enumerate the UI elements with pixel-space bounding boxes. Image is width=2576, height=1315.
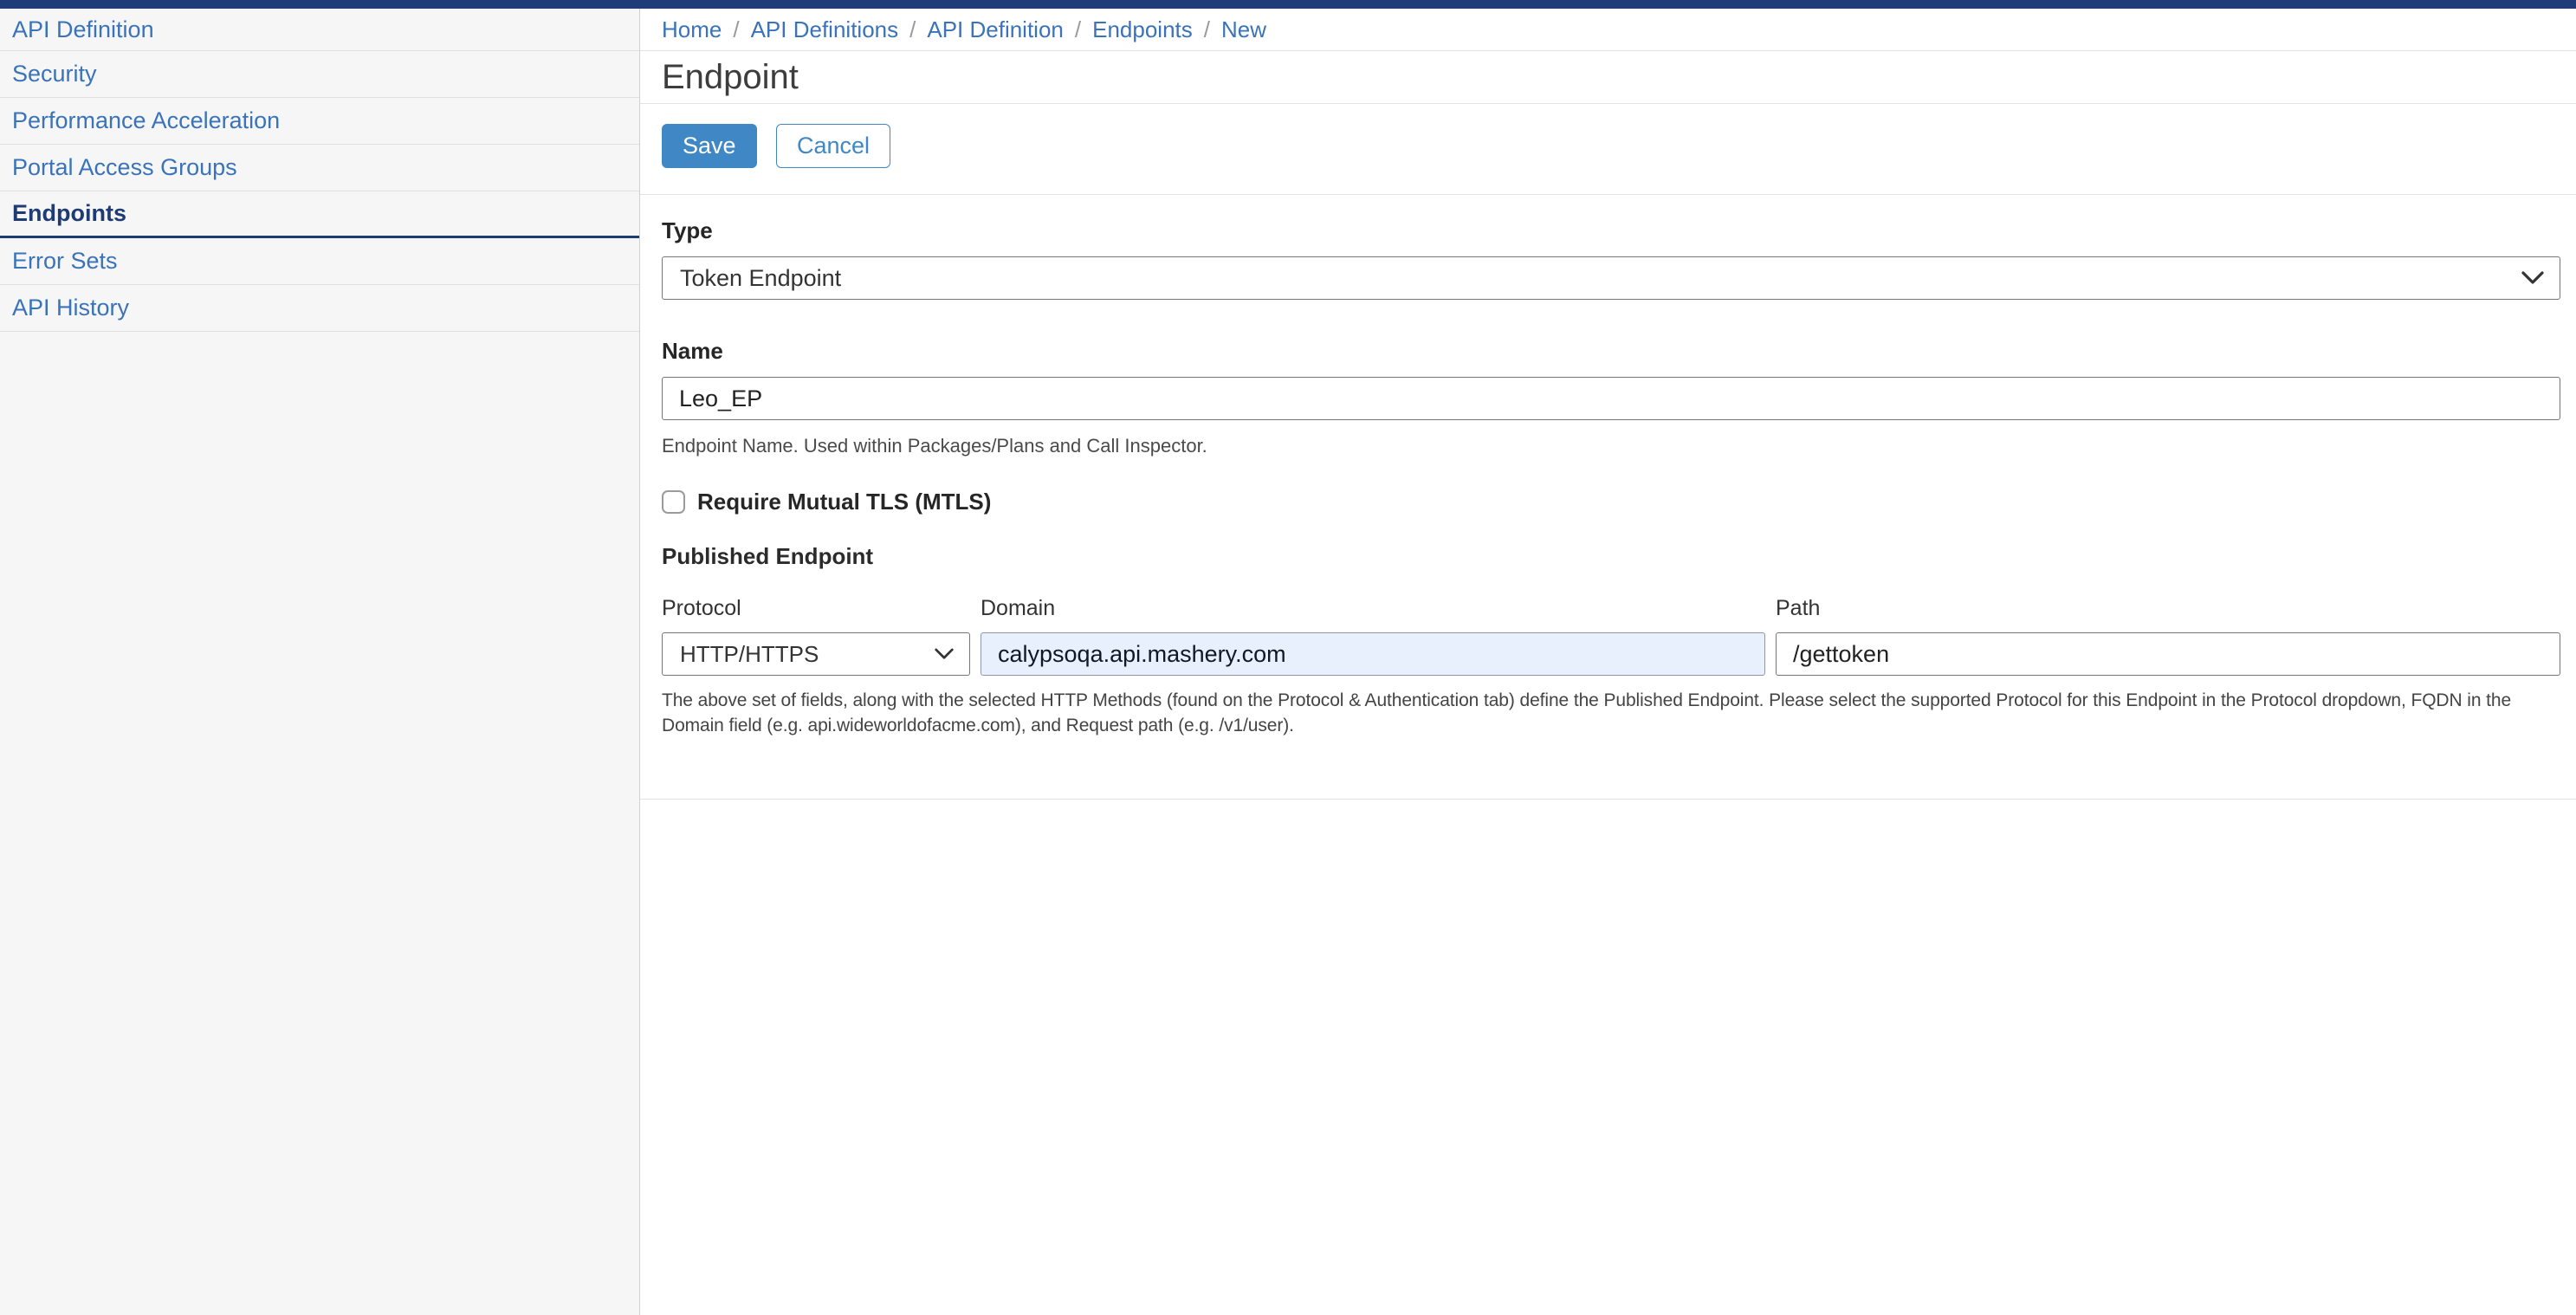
- breadcrumb-api-definition[interactable]: API Definition: [927, 16, 1064, 43]
- chevron-down-icon: [2521, 271, 2544, 285]
- save-button[interactable]: Save: [662, 124, 757, 168]
- top-navigation-bar: [0, 0, 2576, 9]
- breadcrumb-separator: /: [1064, 16, 1092, 43]
- name-label: Name: [662, 338, 2560, 365]
- sidebar-item-api-history[interactable]: API History: [0, 285, 639, 332]
- sidebar-item-performance-acceleration[interactable]: Performance Acceleration: [0, 98, 639, 145]
- breadcrumb: Home / API Definitions / API Definition …: [640, 9, 2576, 51]
- actions-row: Save Cancel: [640, 104, 2576, 195]
- published-endpoint-fields: Protocol HTTP/HTTPS Domain Path: [662, 596, 2560, 676]
- sidebar: API Definition Security Performance Acce…: [0, 9, 640, 1315]
- type-label: Type: [662, 217, 2560, 244]
- breadcrumb-separator: /: [1193, 16, 1221, 43]
- domain-input[interactable]: [981, 632, 1765, 676]
- main-content: Home / API Definitions / API Definition …: [640, 9, 2576, 1315]
- protocol-select[interactable]: HTTP/HTTPS: [662, 632, 970, 676]
- path-label: Path: [1776, 596, 2560, 621]
- breadcrumb-separator: /: [722, 16, 750, 43]
- mtls-row: Require Mutual TLS (MTLS): [662, 489, 2560, 515]
- breadcrumb-separator: /: [898, 16, 927, 43]
- domain-label: Domain: [981, 596, 1765, 621]
- chevron-down-icon: [935, 648, 954, 660]
- breadcrumb-home[interactable]: Home: [662, 16, 722, 43]
- breadcrumb-api-definitions[interactable]: API Definitions: [751, 16, 899, 43]
- app-window: API Definition Security Performance Acce…: [0, 9, 2576, 1315]
- type-select-value: Token Endpoint: [680, 265, 841, 292]
- published-endpoint-heading: Published Endpoint: [662, 543, 2560, 570]
- name-input[interactable]: [662, 377, 2560, 420]
- protocol-column: Protocol HTTP/HTTPS: [662, 596, 970, 676]
- protocol-select-value: HTTP/HTTPS: [680, 641, 819, 668]
- type-select[interactable]: Token Endpoint: [662, 256, 2560, 300]
- page-title: Endpoint: [662, 58, 799, 97]
- path-column: Path: [1776, 596, 2560, 676]
- protocol-label: Protocol: [662, 596, 970, 621]
- domain-column: Domain: [981, 596, 1765, 676]
- mtls-label[interactable]: Require Mutual TLS (MTLS): [697, 489, 991, 515]
- sidebar-item-error-sets[interactable]: Error Sets: [0, 238, 639, 285]
- title-row: Endpoint: [640, 51, 2576, 104]
- sidebar-item-endpoints[interactable]: Endpoints: [0, 191, 639, 238]
- name-help-text: Endpoint Name. Used within Packages/Plan…: [662, 435, 2560, 457]
- breadcrumb-new[interactable]: New: [1221, 16, 1266, 43]
- mtls-checkbox[interactable]: [662, 490, 685, 514]
- cancel-button[interactable]: Cancel: [776, 124, 890, 168]
- breadcrumb-endpoints[interactable]: Endpoints: [1092, 16, 1193, 43]
- sidebar-item-portal-access-groups[interactable]: Portal Access Groups: [0, 145, 639, 191]
- sidebar-item-security[interactable]: Security: [0, 51, 639, 98]
- path-input[interactable]: [1776, 632, 2560, 676]
- sidebar-item-api-definition[interactable]: API Definition: [0, 9, 639, 51]
- endpoint-form: Type Token Endpoint Name Endpoint Name. …: [640, 217, 2576, 800]
- published-endpoint-help-text: The above set of fields, along with the …: [662, 688, 2560, 738]
